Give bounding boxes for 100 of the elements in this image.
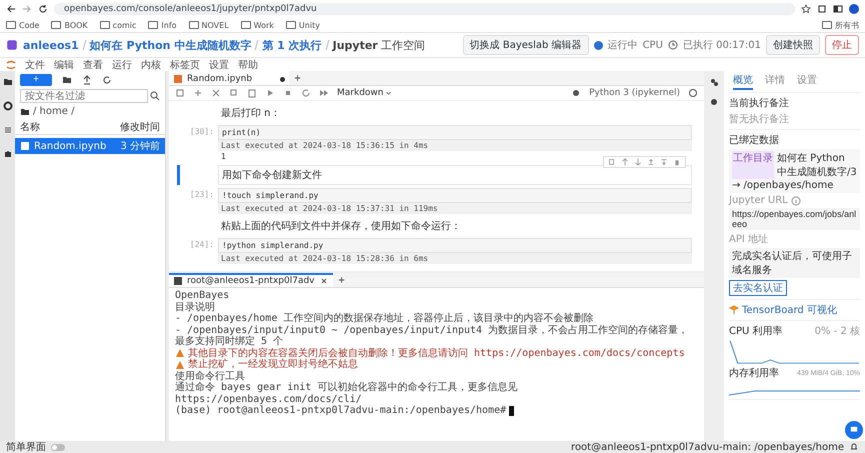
panel-tab[interactable]: 详情 — [765, 73, 785, 90]
menu-item[interactable]: 编辑 — [54, 58, 74, 72]
tag: 工作目录 — [732, 151, 774, 179]
chat-button[interactable] — [845, 421, 863, 439]
snapshot-button[interactable]: 创建快照 — [766, 35, 820, 55]
upload-icon[interactable] — [82, 75, 92, 85]
reload-icon[interactable] — [38, 4, 48, 14]
save-icon[interactable] — [175, 88, 185, 98]
kernel-name[interactable]: Python 3 (ipykernel) — [589, 88, 680, 98]
notebook-icon — [20, 141, 30, 151]
menu-item[interactable]: 帮助 — [238, 58, 258, 72]
run-icon[interactable] — [265, 88, 275, 98]
field-label: API 地址 — [729, 232, 769, 246]
fast-forward-icon[interactable] — [319, 88, 329, 98]
new-launcher-button[interactable]: + — [20, 74, 52, 86]
folder-icon[interactable] — [20, 106, 30, 116]
refresh-icon[interactable] — [102, 75, 112, 85]
status-label: 运行中 — [608, 38, 638, 52]
new-folder-icon[interactable] — [62, 75, 72, 85]
cut-icon[interactable] — [211, 88, 221, 98]
copy-icon[interactable] — [229, 88, 239, 98]
tensorboard-link[interactable]: TensorBoard 可视化 — [742, 303, 837, 317]
terminal-line: 通过命令 bayes gear init 可以初始化容器中的命令行工具，更多信息见 https://openbayes.com/docs/cli/ — [175, 382, 518, 404]
bookmark[interactable]: comic — [100, 20, 136, 30]
bookmark[interactable]: Info — [148, 20, 177, 30]
sidebar-icon[interactable] — [833, 4, 843, 14]
elapsed-time: 已执行 00:17:01 — [682, 38, 761, 52]
warning-icon — [175, 360, 185, 370]
mount-path: → /openbayes/home — [732, 180, 834, 191]
arrow-up-icon[interactable] — [621, 158, 629, 166]
paste-icon[interactable] — [247, 88, 257, 98]
stop-icon[interactable] — [283, 88, 293, 98]
address-bar[interactable]: openbayes.com/console/anleeos1/jupyter/pntxp0l7advu — [54, 3, 795, 15]
panel-tab[interactable]: 概览 — [733, 73, 753, 90]
bookmark[interactable]: 所有书 — [822, 20, 859, 30]
bookmark[interactable]: Work — [240, 20, 274, 30]
copy-icon[interactable] — [608, 158, 616, 166]
menu-item[interactable]: 设置 — [209, 58, 229, 72]
cell-prompt: [24]: — [190, 240, 214, 249]
jupyter-logo-icon — [6, 60, 16, 70]
restart-icon[interactable] — [301, 88, 311, 98]
add-icon[interactable] — [293, 73, 302, 83]
section-title: 已绑定数据 — [729, 134, 780, 147]
cell-type-dropdown[interactable]: Markdown — [337, 88, 392, 98]
verify-button[interactable]: 去实名认证 — [729, 280, 787, 296]
bookmark[interactable]: Unity — [286, 20, 320, 30]
filter-field[interactable]: 按文件名过滤 — [20, 89, 148, 103]
arrow-down-icon[interactable] — [634, 158, 642, 166]
breadcrumb-path[interactable]: / home / — [33, 106, 74, 117]
terminal-icon — [173, 276, 183, 286]
folder-icon[interactable] — [2, 77, 12, 87]
column-header[interactable]: 修改时间 — [120, 120, 160, 134]
url-field[interactable]: https://openbayes.com/jobs/anleeo — [729, 208, 860, 230]
section-title: 当前执行备注 — [729, 96, 790, 110]
file-row[interactable]: Random.ipynb 3 分钟前 — [15, 138, 165, 154]
menu-item[interactable]: 内核 — [141, 58, 161, 72]
dataset-name[interactable]: 如何在 Python 中生成随机数字/3 — [777, 151, 857, 179]
switch-editor-button[interactable]: 切换成 Bayeslab 编辑器 — [462, 35, 589, 55]
back-icon[interactable] — [6, 4, 16, 14]
field-label: Jupyter URL — [729, 195, 788, 206]
terminal-tab[interactable]: root@anleeos1-pntxp0l7adv — [169, 273, 332, 287]
menu-item[interactable]: 查看 — [83, 58, 103, 72]
menu-item[interactable]: 文件 — [25, 58, 45, 72]
toggle-switch[interactable] — [51, 444, 65, 450]
bell-icon[interactable] — [849, 442, 859, 452]
terminal-line: OpenBayes — [175, 290, 230, 302]
terminal-line: - /openbayes/input/input0 ~ /openbayes/input/input4 为数据目录，不会占用工作空间的存储容量，最多支持同时绑定 5 个 — [175, 324, 690, 348]
chart-title: 内存利用率 — [729, 366, 779, 380]
add-icon[interactable] — [193, 88, 203, 98]
bookmark[interactable]: Code — [6, 20, 40, 30]
menu-item[interactable]: 标签页 — [170, 58, 200, 72]
insert-below-icon[interactable] — [660, 158, 668, 166]
bookmark[interactable]: BOOK — [51, 20, 88, 30]
code-input[interactable]: !touch simplerand.py — [218, 188, 692, 203]
panel-tab[interactable]: 设置 — [797, 73, 817, 90]
markdown-text: 用如下命令创建新文件 — [218, 165, 692, 185]
breadcrumb-link[interactable]: 第 1 次执行 — [262, 38, 322, 52]
chevron-down-icon — [385, 90, 392, 96]
breadcrumb-link[interactable]: 如何在 Python 中生成随机数字 — [90, 38, 252, 52]
list-icon[interactable] — [2, 125, 12, 135]
chart-title: CPU 利用率 — [729, 324, 783, 338]
avatar-icon[interactable] — [849, 4, 859, 14]
code-input[interactable]: print(n) — [218, 125, 692, 140]
column-header[interactable]: 名称 — [20, 120, 40, 134]
circle-icon[interactable] — [2, 101, 12, 111]
menu-item[interactable]: 运行 — [112, 58, 132, 72]
insert-above-icon[interactable] — [647, 158, 655, 166]
markdown-text: 粘贴上面的代码到文件中并保存，使用如下命令运行： — [220, 220, 462, 234]
close-icon[interactable] — [318, 276, 328, 286]
star-icon[interactable] — [801, 4, 811, 14]
stop-button[interactable]: 停止 — [825, 35, 859, 55]
notebook-tab[interactable]: Random.ipynb — [169, 71, 289, 85]
terminal-line: 使用命令行工具 — [175, 370, 245, 382]
code-input[interactable]: !python simplerand.py — [218, 238, 692, 253]
user-link[interactable]: anleeos1 — [23, 38, 79, 52]
info-icon — [790, 196, 801, 206]
page-title: Jupyter 工作空间 — [332, 38, 426, 52]
add-icon[interactable] — [336, 275, 346, 285]
notebook-icon — [173, 74, 183, 84]
bookmark[interactable]: NOVEL — [188, 20, 229, 30]
